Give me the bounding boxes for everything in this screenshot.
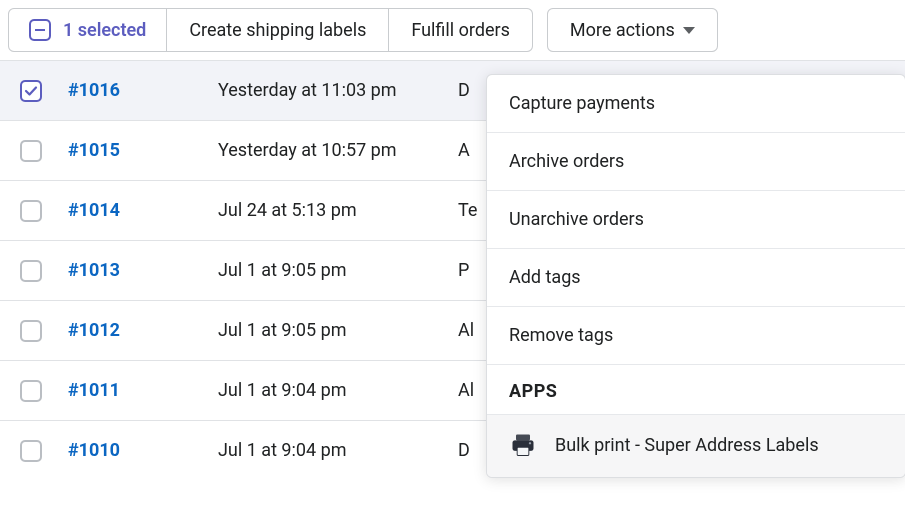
order-id-link[interactable]: #1011 <box>68 380 218 401</box>
dropdown-item-archive-orders[interactable]: Archive orders <box>487 133 905 191</box>
chevron-down-icon <box>683 27 695 34</box>
row-checkbox[interactable] <box>20 380 42 402</box>
dropdown-app-label: Bulk print - Super Address Labels <box>555 435 819 456</box>
order-id-link[interactable]: #1013 <box>68 260 218 281</box>
selection-indicator: 1 selected <box>8 8 167 52</box>
more-actions-label: More actions <box>570 20 675 41</box>
selected-count-label: 1 selected <box>63 20 146 41</box>
order-date: Jul 1 at 9:04 pm <box>218 380 458 401</box>
row-checkbox[interactable] <box>20 320 42 342</box>
order-date: Jul 24 at 5:13 pm <box>218 200 458 221</box>
order-date: Yesterday at 10:57 pm <box>218 140 458 161</box>
row-checkbox[interactable] <box>20 260 42 282</box>
order-date: Jul 1 at 9:04 pm <box>218 440 458 461</box>
row-checkbox[interactable] <box>20 140 42 162</box>
select-all-checkbox[interactable] <box>29 19 51 41</box>
indeterminate-icon <box>35 29 45 31</box>
order-date: Jul 1 at 9:05 pm <box>218 260 458 281</box>
dropdown-item-capture-payments[interactable]: Capture payments <box>487 75 905 133</box>
dropdown-item-bulk-print-app[interactable]: Bulk print - Super Address Labels <box>487 415 905 477</box>
dropdown-section-apps: APPS <box>487 365 905 415</box>
fulfill-orders-label: Fulfill orders <box>411 20 510 41</box>
order-id-link[interactable]: #1016 <box>68 80 218 101</box>
dropdown-item-add-tags[interactable]: Add tags <box>487 249 905 307</box>
row-checkbox[interactable] <box>20 440 42 462</box>
bulk-actions-toolbar: 1 selected Create shipping labels Fulfil… <box>0 0 905 60</box>
more-actions-button[interactable]: More actions <box>547 8 718 52</box>
order-id-link[interactable]: #1014 <box>68 200 218 221</box>
create-shipping-labels-button[interactable]: Create shipping labels <box>167 8 389 52</box>
create-shipping-labels-label: Create shipping labels <box>189 20 366 41</box>
printer-icon <box>509 431 537 459</box>
dropdown-item-remove-tags[interactable]: Remove tags <box>487 307 905 365</box>
order-date: Yesterday at 11:03 pm <box>218 80 458 101</box>
dropdown-item-unarchive-orders[interactable]: Unarchive orders <box>487 191 905 249</box>
order-date: Jul 1 at 9:05 pm <box>218 320 458 341</box>
row-checkbox[interactable] <box>20 80 42 102</box>
order-id-link[interactable]: #1010 <box>68 440 218 461</box>
check-icon <box>24 84 38 98</box>
row-checkbox[interactable] <box>20 200 42 222</box>
order-id-link[interactable]: #1015 <box>68 140 218 161</box>
order-id-link[interactable]: #1012 <box>68 320 218 341</box>
more-actions-dropdown: Capture payments Archive orders Unarchiv… <box>486 74 905 478</box>
fulfill-orders-button[interactable]: Fulfill orders <box>389 8 533 52</box>
